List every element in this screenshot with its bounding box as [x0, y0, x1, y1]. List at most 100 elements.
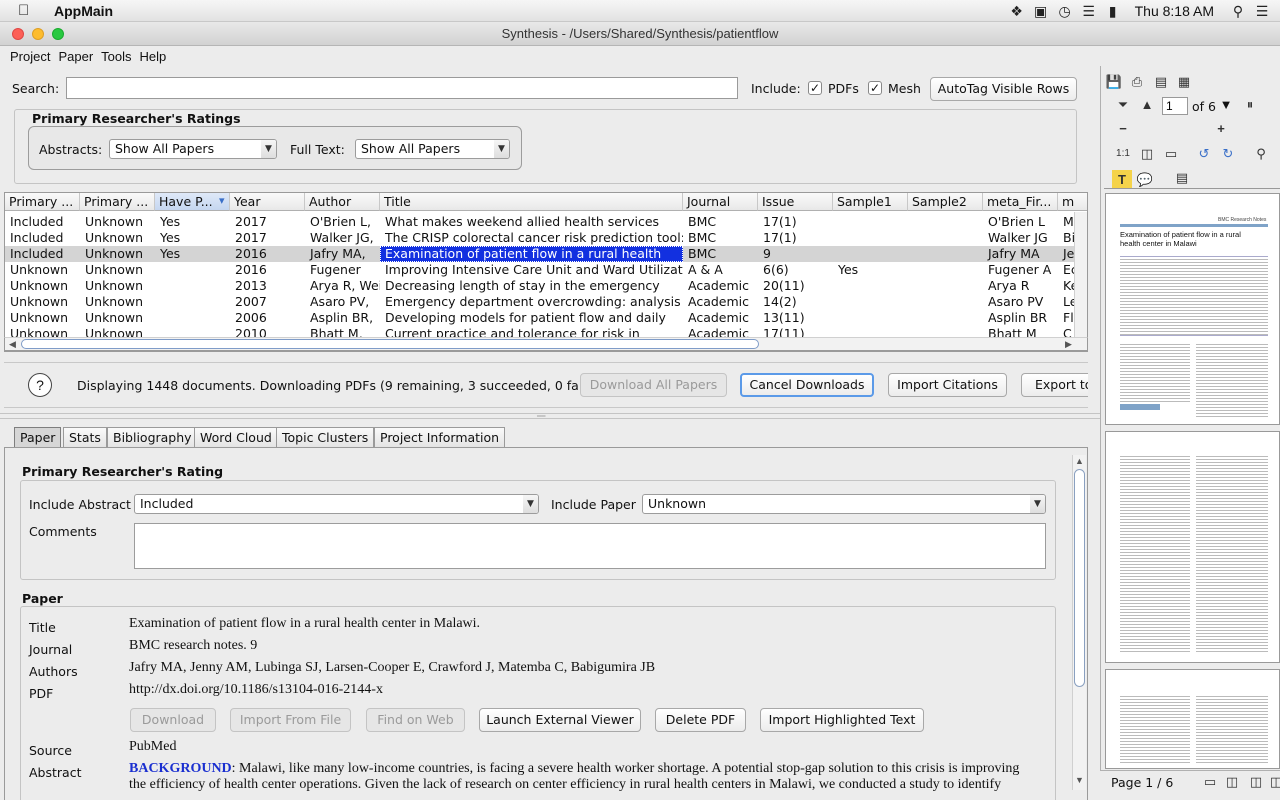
clock[interactable]: Thu 8:18 AM: [1135, 3, 1214, 19]
scroll-up-icon[interactable]: ▲: [1075, 456, 1084, 466]
facing-pages-icon[interactable]: ◫: [1246, 772, 1266, 792]
apple-logo-icon[interactable]: : [18, 2, 38, 19]
question-mark-icon[interactable]: ?: [28, 373, 52, 397]
text-select-icon[interactable]: T: [1112, 170, 1132, 188]
delete-pdf-button[interactable]: Delete PDF: [655, 708, 746, 732]
scroll-down-icon[interactable]: ▼: [1075, 775, 1084, 785]
export-icon[interactable]: ▤: [1151, 72, 1171, 92]
pdfs-checkbox[interactable]: ✓: [808, 81, 822, 95]
column-header-author[interactable]: Author: [305, 193, 380, 211]
fulltext-filter-select[interactable]: Show All Papers ▼: [355, 139, 510, 159]
last-page-icon[interactable]: ⏸: [1240, 95, 1260, 115]
fit-width-icon[interactable]: ▭: [1161, 144, 1181, 164]
book-icon[interactable]: ▦: [1174, 72, 1194, 92]
column-header-meta-extra[interactable]: m: [1058, 193, 1087, 211]
sort-descending-icon[interactable]: ▾: [219, 194, 225, 207]
pdf-page-thumbnail-2[interactable]: [1105, 431, 1280, 663]
table-vertical-scrollbar[interactable]: [1074, 212, 1087, 338]
column-header-meta-first-author[interactable]: meta_Fir...: [983, 193, 1058, 211]
pdf-page-thumbnail-1[interactable]: BMC Research Notes Examination of patien…: [1105, 193, 1280, 425]
spotlight-search-icon[interactable]: ⚲: [1226, 3, 1250, 20]
table-horizontal-scrollbar[interactable]: ◀ ▶: [4, 337, 1088, 351]
column-header-sample2[interactable]: Sample2: [908, 193, 983, 211]
table-row[interactable]: Unknown Unknown 2007 Asaro PV, Emergency dep…: [5, 294, 1087, 310]
detail-vertical-scrollbar[interactable]: ▲ ▼: [1072, 455, 1086, 790]
import-citations-button[interactable]: Import Citations: [888, 373, 1007, 397]
tab-word-cloud[interactable]: Word Cloud: [194, 427, 278, 447]
zoom-window-icon[interactable]: [52, 28, 64, 40]
tab-paper[interactable]: Paper: [14, 427, 62, 447]
download-all-papers-button[interactable]: Download All Papers: [580, 373, 727, 397]
include-abstract-select[interactable]: Included ▼: [134, 494, 539, 514]
menu-project[interactable]: Project: [10, 49, 50, 64]
save-icon[interactable]: 💾: [1104, 72, 1124, 92]
column-header-title[interactable]: Title: [380, 193, 683, 211]
table-row[interactable]: Included Unknown Yes 2017 Walker JG, The CRIS…: [5, 230, 1087, 246]
menu-paper[interactable]: Paper: [58, 49, 93, 64]
rotate-right-icon[interactable]: ↻: [1218, 144, 1238, 164]
display-icon[interactable]: ▣: [1029, 3, 1053, 20]
table-row[interactable]: Unknown Unknown 2016 Fugener Improving Inten…: [5, 262, 1087, 278]
comment-icon[interactable]: 💬: [1135, 170, 1155, 190]
download-button[interactable]: Download: [130, 708, 216, 732]
column-header-year[interactable]: Year: [230, 193, 305, 211]
paper-pdf-link[interactable]: http://dx.doi.org/10.1186/s13104-016-214…: [129, 682, 383, 698]
print-icon[interactable]: ⎙: [1127, 72, 1147, 92]
app-menu-name[interactable]: AppMain: [54, 3, 113, 19]
column-header-primary-abstract[interactable]: Primary ...: [5, 193, 80, 211]
import-from-file-button[interactable]: Import From File: [230, 708, 351, 732]
column-header-sample1[interactable]: Sample1: [833, 193, 908, 211]
column-header-issue[interactable]: Issue: [758, 193, 833, 211]
fit-page-icon[interactable]: ◫: [1137, 144, 1157, 164]
close-window-icon[interactable]: [12, 28, 24, 40]
time-machine-icon[interactable]: ◷: [1053, 3, 1077, 20]
tab-bibliography[interactable]: Bibliography: [107, 427, 198, 447]
table-row[interactable]: Unknown Unknown 2013 Arya R, Wei Decreasing …: [5, 278, 1087, 294]
comments-textarea[interactable]: [134, 523, 1046, 569]
tab-project-information[interactable]: Project Information: [374, 427, 506, 447]
tab-stats[interactable]: Stats: [63, 427, 107, 447]
search-input[interactable]: [66, 77, 738, 99]
mesh-checkbox[interactable]: ✓: [868, 81, 882, 95]
tab-topic-clusters[interactable]: Topic Clusters: [276, 427, 375, 447]
previous-page-icon[interactable]: ▲: [1137, 95, 1157, 115]
facing-continuous-icon[interactable]: ◫: [1266, 772, 1280, 792]
autotag-visible-rows-button[interactable]: AutoTag Visible Rows: [930, 77, 1077, 101]
table-row[interactable]: Unknown Unknown 2006 Asplin BR, Developing m…: [5, 310, 1087, 326]
scroll-left-icon[interactable]: ◀: [9, 339, 16, 350]
menu-tools[interactable]: Tools: [101, 49, 131, 64]
export-button[interactable]: Export to: [1021, 373, 1088, 397]
menu-help[interactable]: Help: [140, 49, 167, 64]
find-on-web-button[interactable]: Find on Web: [366, 708, 465, 732]
split-divider[interactable]: ══: [0, 413, 1100, 420]
papers-table[interactable]: Primary ... Primary ... Have P... ▾ Year Auth…: [4, 192, 1088, 352]
dropbox-icon[interactable]: ❖: [1005, 3, 1029, 20]
next-page-icon[interactable]: ▼: [1216, 95, 1236, 115]
table-scroll-thumb[interactable]: [21, 339, 759, 349]
battery-icon[interactable]: ▮: [1101, 3, 1125, 20]
notes-icon[interactable]: ▤: [1172, 168, 1192, 188]
page-number-input[interactable]: [1162, 97, 1188, 115]
column-header-journal[interactable]: Journal: [683, 193, 758, 211]
single-page-view-icon[interactable]: ▭: [1200, 772, 1220, 792]
minimize-window-icon[interactable]: [32, 28, 44, 40]
table-row[interactable]: Included Unknown Yes 2016 Jafry MA, Examinati…: [5, 246, 1087, 262]
zoom-in-icon[interactable]: +: [1211, 119, 1231, 139]
import-highlighted-text-button[interactable]: Import Highlighted Text: [760, 708, 924, 732]
notification-center-icon[interactable]: ☰: [1250, 3, 1274, 20]
cancel-downloads-button[interactable]: Cancel Downloads: [740, 373, 874, 397]
detail-scroll-thumb[interactable]: [1074, 469, 1085, 687]
abstracts-filter-select[interactable]: Show All Papers ▼: [109, 139, 277, 159]
scroll-right-icon[interactable]: ▶: [1065, 339, 1072, 350]
rotate-left-icon[interactable]: ↺: [1194, 144, 1214, 164]
include-paper-select[interactable]: Unknown ▼: [642, 494, 1046, 514]
search-icon[interactable]: ⚲: [1251, 144, 1271, 164]
table-row[interactable]: Included Unknown Yes 2017 O'Brien L, What mak…: [5, 214, 1087, 230]
first-page-icon[interactable]: ⏷: [1113, 95, 1133, 115]
launch-external-viewer-button[interactable]: Launch External Viewer: [479, 708, 641, 732]
actual-size-icon[interactable]: 1:1: [1113, 144, 1133, 164]
continuous-view-icon[interactable]: ◫: [1222, 772, 1242, 792]
zoom-out-icon[interactable]: −: [1113, 119, 1133, 139]
wifi-icon[interactable]: ☰: [1077, 3, 1101, 20]
column-header-primary-paper[interactable]: Primary ...: [80, 193, 155, 211]
